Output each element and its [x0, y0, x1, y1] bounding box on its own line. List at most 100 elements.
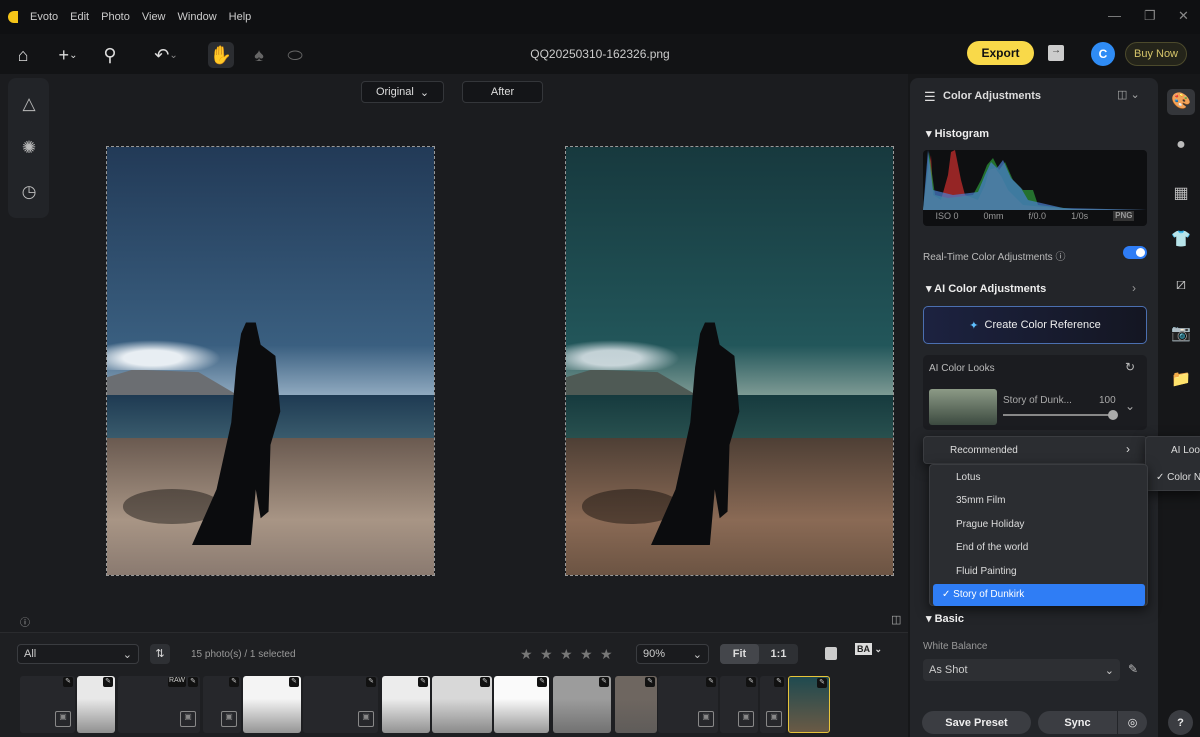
create-label: Create Color Reference	[984, 319, 1101, 331]
menu-window[interactable]: Window	[178, 11, 217, 23]
image-placeholder-icon: ▣	[698, 711, 714, 727]
close-icon[interactable]: ✕	[1178, 8, 1189, 24]
one-to-one-button[interactable]: 1:1	[759, 644, 798, 664]
look-name: Story of Dunk...	[1003, 395, 1072, 406]
filmstrip-thumbnail[interactable]: ✎	[77, 676, 115, 733]
filmstrip-thumbnail[interactable]: ✎	[615, 676, 657, 733]
filmstrip-thumbnail[interactable]: ▣ ✎	[303, 676, 378, 733]
panel-toggle-icon[interactable]: ◫	[891, 613, 901, 626]
look-menu-item[interactable]: End of the world	[930, 537, 1147, 559]
panel-title: Color Adjustments	[943, 90, 1041, 102]
look-menu-item[interactable]: ✓ Story of Dunkirk	[933, 584, 1145, 606]
filmstrip-thumbnail[interactable]: ▣ ✎ RAW	[118, 676, 200, 733]
zoom-dropdown[interactable]: 90% ⌄	[636, 644, 709, 664]
star-4[interactable]: ★	[580, 646, 593, 663]
edit-icon: ✎	[537, 677, 547, 687]
clothing-icon[interactable]: 👕	[1170, 229, 1192, 251]
restore-icon[interactable]: ❐	[1144, 8, 1156, 24]
folder-eye-icon[interactable]: 📁	[1170, 369, 1192, 391]
square-icon[interactable]	[825, 647, 837, 660]
ai-color-title: AI Color Adjustments	[934, 283, 1047, 295]
image-placeholder-icon: ▣	[738, 711, 754, 727]
filmstrip-thumbnail[interactable]: ✎	[553, 676, 611, 733]
edit-icon: ✎	[229, 677, 239, 687]
filmstrip-thumbnail[interactable]: ✎	[243, 676, 301, 733]
filmstrip-thumbnail[interactable]: ✎	[382, 676, 430, 733]
create-color-reference-button[interactable]: ✦ Create Color Reference	[923, 306, 1147, 344]
eyedropper-icon[interactable]: ✎	[1128, 662, 1138, 676]
image-placeholder-icon: ▣	[55, 711, 71, 727]
help-button[interactable]: ?	[1168, 710, 1193, 735]
background-icon[interactable]: ▦	[1170, 183, 1192, 205]
history-icon[interactable]: ◷	[18, 182, 40, 204]
chevron-right-icon[interactable]: ›	[1132, 281, 1136, 295]
after-button[interactable]: After	[462, 81, 543, 103]
image-placeholder-icon: ▣	[221, 711, 237, 727]
chevron-down-icon[interactable]: ⌄	[1125, 399, 1135, 413]
white-balance-dropdown[interactable]: As Shot ⌄	[923, 659, 1120, 681]
menu-color[interactable]: ✓ Color N	[1156, 472, 1200, 483]
menu-evoto[interactable]: Evoto	[30, 11, 58, 23]
filmstrip-thumbnail[interactable]: ✎	[432, 676, 492, 733]
buy-now-button[interactable]: Buy Now	[1125, 42, 1187, 66]
filmstrip-thumbnail[interactable]: ▣ ✎	[720, 676, 758, 733]
focal-value: 0mm	[983, 211, 1004, 221]
menu-view[interactable]: View	[142, 11, 166, 23]
face-icon[interactable]: ●	[1170, 136, 1192, 158]
star-2[interactable]: ★	[540, 646, 553, 663]
filmstrip-thumbnail[interactable]: ✎	[494, 676, 549, 733]
star-5[interactable]: ★	[600, 646, 613, 663]
filmstrip-thumbnail[interactable]: ▣ ✎	[20, 676, 75, 733]
share-icon[interactable]: →	[1048, 45, 1064, 61]
palette-icon[interactable]: 🎨	[1167, 89, 1195, 115]
histogram-header[interactable]: ▾ Histogram	[926, 127, 989, 140]
layout-icon[interactable]: ◫ ⌄	[1117, 88, 1140, 101]
menu-edit[interactable]: Edit	[70, 11, 89, 23]
fit-button[interactable]: Fit	[720, 644, 759, 664]
left-tools: △ ✺ ◷	[8, 78, 49, 218]
export-button[interactable]: Export	[967, 41, 1034, 65]
minimize-icon[interactable]: —	[1108, 8, 1121, 23]
look-menu-item[interactable]: Prague Holiday	[930, 514, 1147, 536]
filmstrip-thumbnail[interactable]: ▣ ✎	[658, 676, 718, 733]
menu-photo[interactable]: Photo	[101, 11, 130, 23]
before-after-toggle[interactable]: BA ⌄	[855, 643, 895, 664]
sync-settings-icon[interactable]: ◎	[1118, 711, 1147, 734]
info-icon[interactable]: ⓘ	[20, 614, 30, 629]
menu-help[interactable]: Help	[229, 11, 252, 23]
original-label: Original	[375, 86, 414, 98]
filmstrip-thumbnail[interactable]: ▣ ✎	[760, 676, 786, 733]
realtime-toggle[interactable]	[1123, 246, 1147, 259]
looks-title: AI Color Looks	[929, 363, 995, 374]
reset-icon[interactable]: ↻	[1125, 360, 1135, 374]
look-menu-item[interactable]: 35mm Film	[930, 490, 1147, 512]
edit-icon: ✎	[63, 677, 73, 687]
avatar[interactable]: C	[1091, 42, 1115, 66]
filmstrip-thumbnail[interactable]: ✎	[788, 676, 830, 733]
chevron-down-icon: ⌄	[1104, 664, 1114, 677]
ai-color-header[interactable]: ▾ AI Color Adjustments	[926, 282, 1046, 295]
star-3[interactable]: ★	[560, 646, 573, 663]
help-circle-icon[interactable]: ⓘ	[1055, 252, 1065, 263]
looks-side-menu: AI Loo ✓ Color N	[1145, 436, 1200, 491]
menu-ai-looks[interactable]: AI Loo	[1171, 445, 1200, 456]
basic-header[interactable]: ▾ Basic	[926, 612, 964, 625]
filmstrip-thumbnail[interactable]: ▣ ✎	[203, 676, 241, 733]
filter-dropdown[interactable]: All ⌄	[17, 644, 139, 664]
crop-icon[interactable]: ⧄	[1170, 276, 1192, 298]
save-preset-button[interactable]: Save Preset	[922, 711, 1031, 734]
menu-recommended[interactable]: Recommended	[950, 445, 1018, 456]
sort-icon[interactable]: ⇅	[150, 644, 170, 664]
camera-icon[interactable]: 📷	[1170, 323, 1192, 345]
histogram-info: ISO 0 0mm f/0.0 1/0s PNG	[923, 211, 1147, 221]
edit-icon: ✎	[418, 677, 428, 687]
sun-icon[interactable]: ✺	[18, 138, 40, 160]
sync-button[interactable]: Sync	[1038, 711, 1117, 734]
original-dropdown[interactable]: Original ⌄	[361, 81, 444, 103]
star-1[interactable]: ★	[520, 646, 533, 663]
look-menu-item[interactable]: Fluid Painting	[930, 561, 1147, 583]
look-menu-item[interactable]: Lotus	[930, 467, 1147, 489]
raw-badge: RAW	[168, 677, 186, 687]
look-slider[interactable]	[1003, 410, 1118, 420]
shape-icon[interactable]: △	[18, 94, 40, 116]
